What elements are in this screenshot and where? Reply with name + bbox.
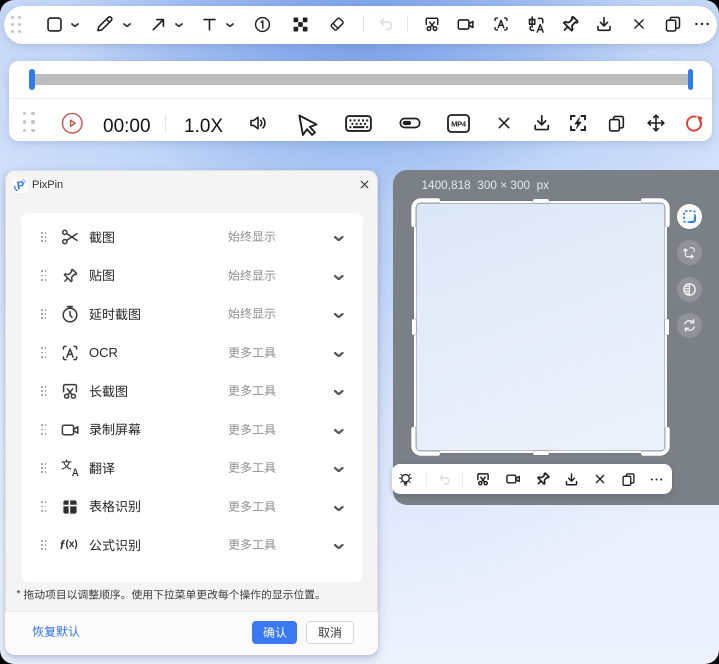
svg-text:MP4: MP4 — [451, 119, 467, 128]
